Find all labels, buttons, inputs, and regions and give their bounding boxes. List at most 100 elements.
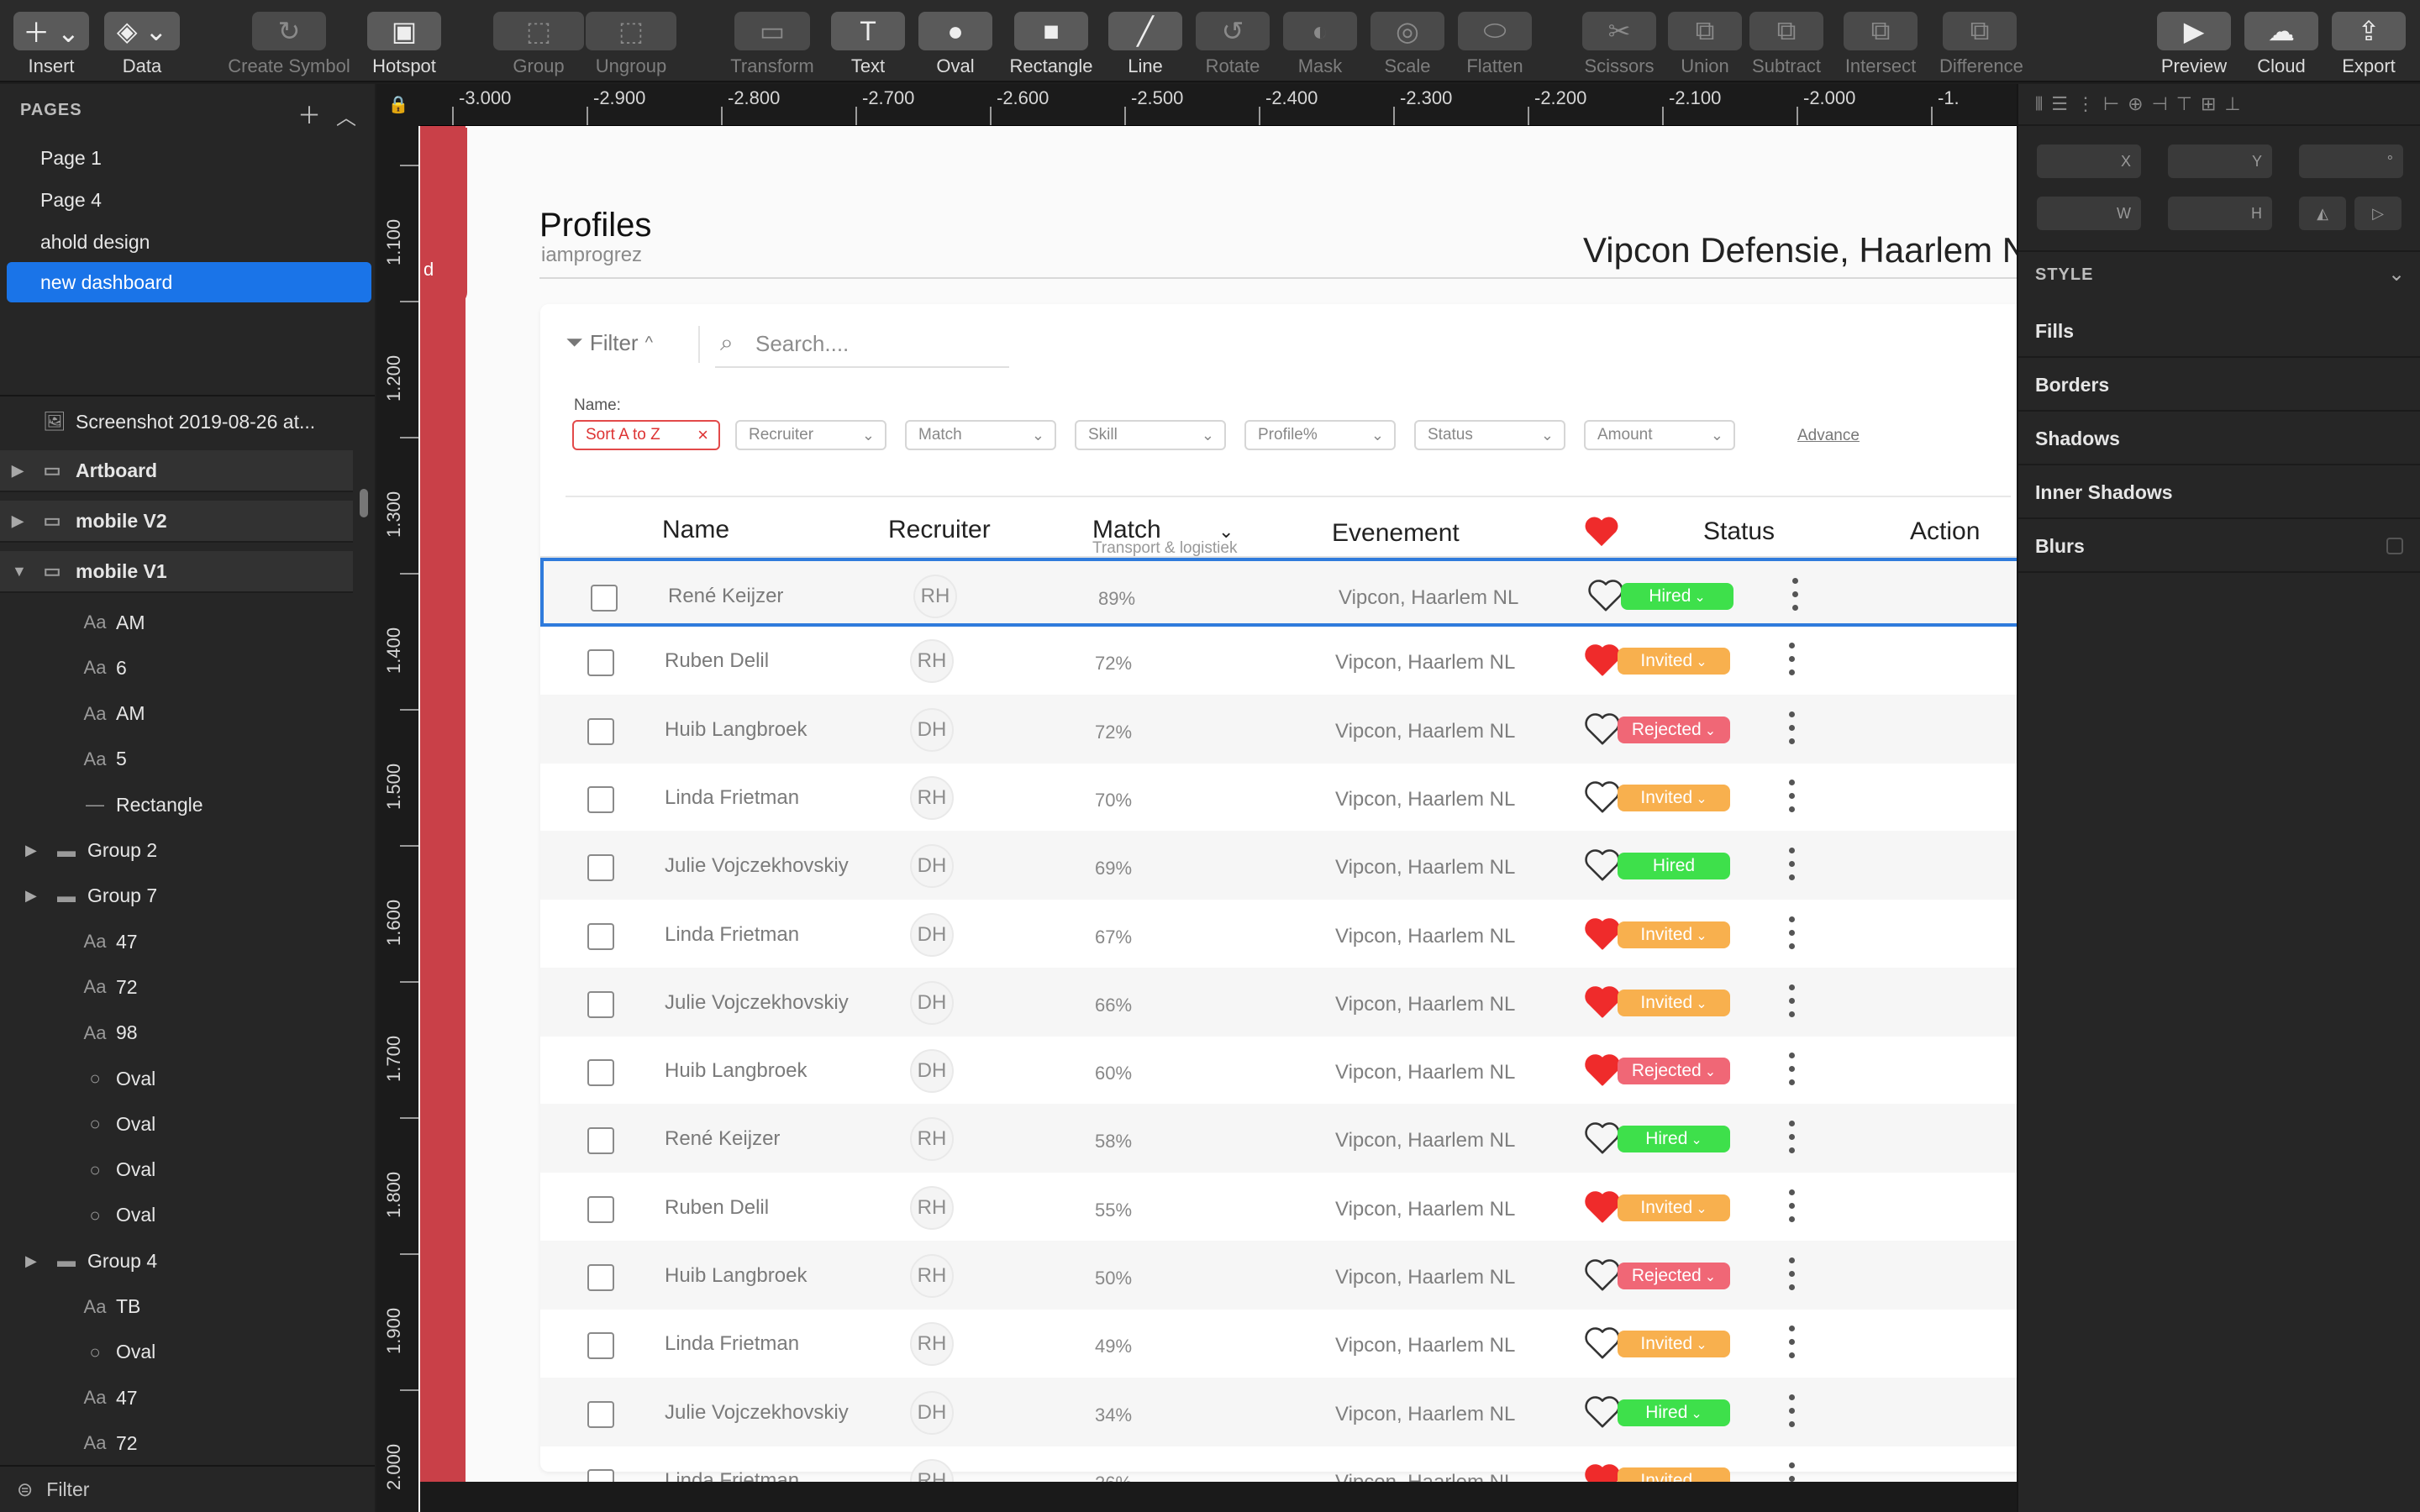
search-input[interactable] xyxy=(715,321,1009,368)
vertical-ruler[interactable]: 1.100 1.200 1.300 1.400 1.500 1.600 1.700 1.800… xyxy=(376,126,418,1512)
row-checkbox[interactable] xyxy=(587,990,614,1018)
candidate-name[interactable]: Linda Frietman xyxy=(665,1332,799,1356)
status-badge[interactable]: Rejected ⌄ xyxy=(1618,716,1730,743)
status-badge[interactable]: Invited⌄ xyxy=(1618,1331,1730,1358)
create-symbol-button[interactable]: ↻ Create Symbol xyxy=(220,12,358,77)
collapse-chevron-icon[interactable]: ︿ xyxy=(336,101,356,130)
status-badge[interactable]: Invited⌄ xyxy=(1618,784,1730,811)
more-actions-icon[interactable] xyxy=(1787,1053,1796,1093)
disclosure-triangle-icon[interactable]: ▼ xyxy=(12,563,29,580)
layer-filter-bar[interactable]: ⊜ Filter xyxy=(0,1465,375,1512)
page-item-page-4[interactable]: Page 4 xyxy=(7,180,371,220)
table-row[interactable]: Huib Langbroek DH 72% Vipcon, Haarlem NL Rej… xyxy=(540,694,2017,764)
more-actions-icon[interactable] xyxy=(1787,1394,1796,1435)
inner-shadows-section[interactable]: Inner Shadows xyxy=(2018,465,2420,519)
layer-item[interactable]: ▶ ▬ Group 7 xyxy=(0,875,353,917)
candidate-name[interactable]: Huib Langbroek xyxy=(665,1059,807,1083)
group-button[interactable]: ⬚ Group xyxy=(492,12,585,77)
flip-vertical-icon[interactable]: ▷ xyxy=(2354,197,2402,230)
profile-percent-dropdown[interactable]: Profile% ⌄ xyxy=(1244,420,1396,450)
layer-item[interactable]: Aa AM xyxy=(0,601,353,643)
table-row[interactable]: Huib Langbroek RH 50% Vipcon, Haarlem NL Rej… xyxy=(540,1241,2017,1310)
row-checkbox[interactable] xyxy=(587,1059,614,1087)
candidate-name[interactable]: Huib Langbroek xyxy=(665,1264,807,1288)
text-tool-button[interactable]: T Text xyxy=(830,12,906,77)
candidate-name[interactable]: René Keijzer xyxy=(668,585,783,608)
more-actions-icon[interactable] xyxy=(1787,1257,1796,1298)
layer-item[interactable]: ○ Oval xyxy=(0,1058,353,1100)
more-actions-icon[interactable] xyxy=(1787,1326,1796,1366)
width-field[interactable]: W xyxy=(2037,197,2141,230)
row-checkbox[interactable] xyxy=(587,1195,614,1223)
rotation-field[interactable]: ° xyxy=(2299,144,2403,178)
layer-item[interactable]: ○ Oval xyxy=(0,1149,353,1191)
column-header-favorite[interactable] xyxy=(1583,514,1620,554)
status-badge[interactable]: Invited⌄ xyxy=(1618,989,1730,1016)
sidebar-tab[interactable]: d xyxy=(420,128,467,304)
layer-scrollbar[interactable] xyxy=(360,489,368,517)
heart-outline-icon[interactable] xyxy=(1584,1394,1621,1428)
layer-item[interactable]: Aa 98 xyxy=(0,1012,353,1054)
candidate-name[interactable]: Julie Vojczekhovskiy xyxy=(665,991,849,1015)
disclosure-triangle-icon[interactable]: ▶ xyxy=(12,512,29,530)
subtract-button[interactable]: ⧉ Subtract xyxy=(1748,12,1825,77)
cloud-button[interactable]: ☁ Cloud xyxy=(2244,12,2319,77)
height-field[interactable]: H xyxy=(2168,197,2272,230)
row-checkbox[interactable] xyxy=(587,1264,614,1291)
ungroup-button[interactable]: ⬚ Ungroup xyxy=(585,12,677,77)
row-checkbox[interactable] xyxy=(587,649,614,677)
status-dropdown[interactable]: Status ⌄ xyxy=(1414,420,1565,450)
candidate-name[interactable]: Linda Frietman xyxy=(665,923,799,947)
export-button[interactable]: ⇪ Export xyxy=(2331,12,2407,77)
shadows-section[interactable]: Shadows xyxy=(2018,412,2420,465)
table-row[interactable]: Julie Vojczekhovskiy DH 69% Vipcon, Haarlem… xyxy=(540,831,2017,900)
more-actions-icon[interactable] xyxy=(1787,1189,1796,1230)
layer-item[interactable]: Aa 47 xyxy=(0,1377,353,1419)
layer-item[interactable]: — Rectangle xyxy=(0,784,353,826)
candidate-name[interactable]: Linda Frietman xyxy=(665,786,799,810)
amount-dropdown[interactable]: Amount ⌄ xyxy=(1584,420,1735,450)
preview-button[interactable]: ▶ Preview xyxy=(2156,12,2232,77)
status-badge[interactable]: Hired xyxy=(1618,853,1730,880)
heart-outline-icon[interactable] xyxy=(1584,711,1621,745)
rectangle-tool-button[interactable]: ■ Rectangle xyxy=(1005,12,1097,77)
y-field[interactable]: Y xyxy=(2168,144,2272,178)
flatten-button[interactable]: ⬭ Flatten xyxy=(1457,12,1533,77)
align-bottom-icon[interactable]: ⊥ xyxy=(2224,93,2240,115)
align-left-icon[interactable]: ⊢ xyxy=(2103,93,2119,115)
heart-outline-icon[interactable] xyxy=(1584,1257,1621,1291)
candidate-name[interactable]: René Keijzer xyxy=(665,1127,780,1151)
heart-outline-icon[interactable] xyxy=(1584,780,1621,813)
layer-item[interactable]: Aa AM xyxy=(0,693,353,735)
candidate-name[interactable]: Ruben Delil xyxy=(665,649,769,673)
more-actions-icon[interactable] xyxy=(1787,643,1796,683)
layer-item[interactable]: Aa 72 xyxy=(0,966,353,1008)
distribute-horizontal-icon[interactable]: ⫴ xyxy=(2035,93,2043,115)
table-row[interactable]: René Keijzer RH 89% Vipcon, Haarlem NL Hired… xyxy=(540,558,2017,627)
heart-outline-icon[interactable] xyxy=(1587,578,1624,612)
align-middle-icon[interactable]: ⊞ xyxy=(2201,93,2216,115)
chevron-down-icon[interactable]: ⌄ xyxy=(2388,262,2405,286)
layer-item[interactable]: Aa 47 xyxy=(0,921,353,963)
row-checkbox[interactable] xyxy=(587,854,614,882)
recruiter-dropdown[interactable]: Recruiter ⌄ xyxy=(735,420,886,450)
table-row[interactable]: Linda Frietman DH 67% Vipcon, Haarlem NL Inv… xyxy=(540,900,2017,969)
heart-outline-icon[interactable] xyxy=(1584,848,1621,881)
layer-item[interactable]: 🖼 Screenshot 2019-08-26 at... xyxy=(0,400,353,444)
layer-item[interactable]: ▼ ▭ mobile V1 xyxy=(0,551,353,593)
status-badge[interactable]: Invited⌄ xyxy=(1618,1194,1730,1221)
layer-item[interactable]: Aa 6 xyxy=(0,647,353,689)
status-badge[interactable]: Rejected ⌄ xyxy=(1618,1058,1730,1085)
layer-item[interactable]: Aa 5 xyxy=(0,738,353,780)
layer-item[interactable]: ▶ ▭ Artboard xyxy=(0,450,353,492)
heart-outline-icon[interactable] xyxy=(1584,1121,1621,1154)
blurs-checkbox[interactable] xyxy=(2386,538,2403,554)
more-actions-icon[interactable] xyxy=(1787,1121,1796,1161)
scale-button[interactable]: ◎ Scale xyxy=(1370,12,1445,77)
data-button[interactable]: ◈ ⌄ Data xyxy=(103,12,182,77)
rotate-button[interactable]: ↺ Rotate xyxy=(1195,12,1270,77)
column-header-action[interactable]: Action xyxy=(1910,517,1980,546)
status-badge[interactable]: Invited⌄ xyxy=(1618,921,1730,948)
layer-item[interactable]: ○ Oval xyxy=(0,1194,353,1236)
table-row[interactable]: Huib Langbroek DH 60% Vipcon, Haarlem NL Rej… xyxy=(540,1036,2017,1105)
